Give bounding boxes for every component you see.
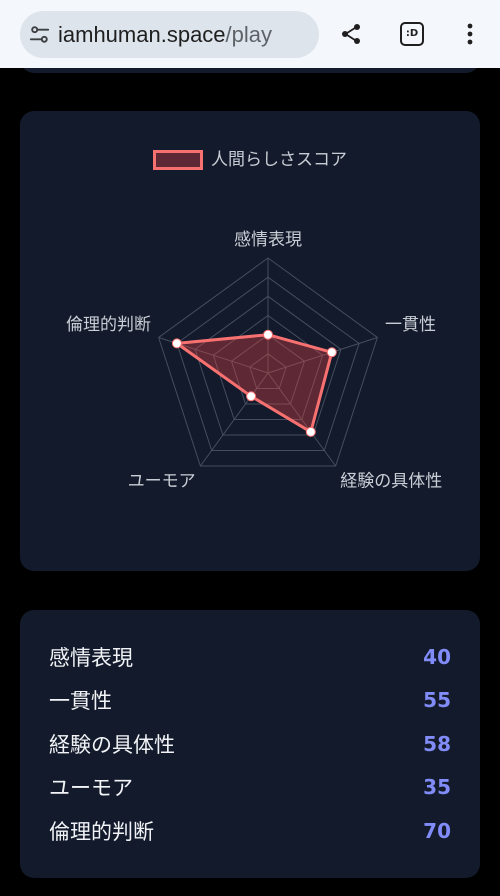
series-area <box>175 333 334 434</box>
menu-button[interactable] <box>458 22 482 46</box>
score-label: 感情表現 <box>49 645 133 670</box>
tune-icon[interactable] <box>28 23 51 46</box>
more-vert-icon <box>467 23 473 45</box>
score-value: 70 <box>423 818 451 843</box>
score-list-card: 感情表現 40 一貫性 55 経験の具体性 58 ユーモア 35 倫理的判断 7… <box>20 610 480 878</box>
url-path: /play <box>225 22 273 47</box>
address-bar[interactable]: iamhuman.space/play <box>20 11 319 58</box>
score-value: 40 <box>423 644 451 669</box>
axis-label: ユーモア <box>128 472 196 492</box>
score-label: ユーモア <box>49 776 133 801</box>
share-button[interactable] <box>339 22 363 46</box>
axis-label: 倫理的判断 <box>66 315 151 335</box>
score-row: 感情表現 40 <box>49 635 451 679</box>
axis-label: 経験の具体性 <box>340 472 442 492</box>
share-icon <box>342 24 360 44</box>
score-row: 経験の具体性 58 <box>49 722 451 766</box>
tab-switcher-icon: :D <box>405 28 419 39</box>
data-point <box>246 391 257 402</box>
score-row: 倫理的判断 70 <box>49 809 451 853</box>
data-point <box>263 329 273 340</box>
axis-label: 感情表現 <box>234 230 302 250</box>
data-point <box>305 426 316 437</box>
score-row: ユーモア 35 <box>49 766 451 810</box>
data-point <box>326 347 337 358</box>
score-row: 一貫性 55 <box>49 679 451 723</box>
tab-switcher-button[interactable]: :D <box>400 22 424 46</box>
browser-toolbar: iamhuman.space/play :D <box>0 0 500 68</box>
url-host: iamhuman.space <box>58 22 226 47</box>
score-value: 55 <box>423 688 451 713</box>
score-label: 一貫性 <box>49 689 112 714</box>
radar-chart-card: 人間らしさスコア 感情表現 一貫性 経験の具体性 ユーモア 倫理的判断 <box>20 111 480 571</box>
axis-label: 一貫性 <box>385 315 436 335</box>
data-point <box>171 338 182 349</box>
url-text[interactable]: iamhuman.space/play <box>58 11 272 58</box>
score-value: 35 <box>423 775 451 800</box>
score-label: 経験の具体性 <box>49 732 175 757</box>
score-label: 倫理的判断 <box>49 819 154 844</box>
score-value: 58 <box>423 731 451 756</box>
radar-chart: 感情表現一貫性経験の具体性 ユーモア 倫理的判断 <box>66 230 442 492</box>
